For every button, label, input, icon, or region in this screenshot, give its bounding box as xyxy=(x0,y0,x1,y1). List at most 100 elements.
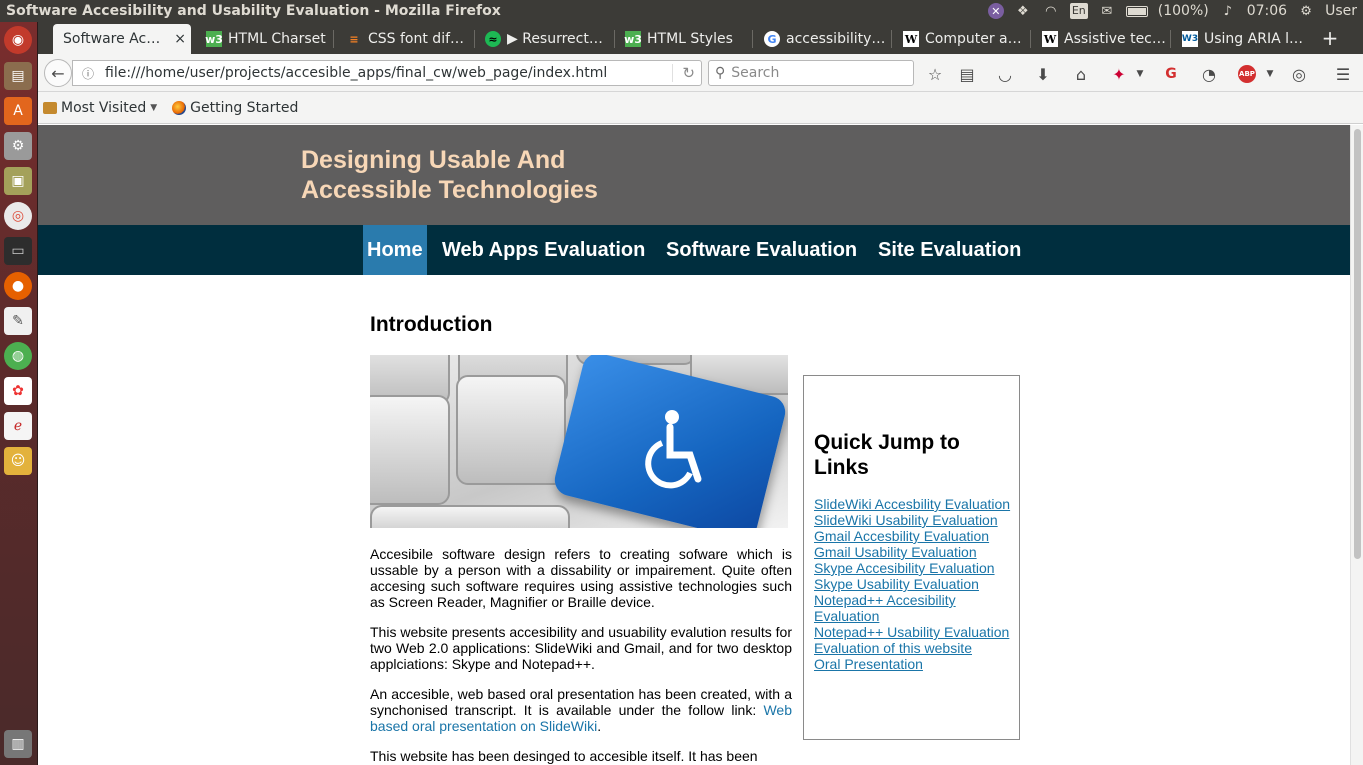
terminal-icon[interactable]: ▭ xyxy=(4,237,32,265)
settings-gear-icon[interactable]: ⚙ xyxy=(1297,3,1315,19)
search-placeholder: Search xyxy=(731,65,780,81)
bookmark-star-icon[interactable]: ☆ xyxy=(924,63,946,85)
tab[interactable]: W3 Using ARIA l… xyxy=(1172,24,1310,54)
broom-icon[interactable]: ✦ xyxy=(1108,63,1130,85)
battery-percentage: (100%) xyxy=(1157,3,1209,19)
tab-label: ▶ Resurrect… xyxy=(507,31,603,47)
quick-link[interactable]: Gmail Accesbility Evaluation xyxy=(814,528,1014,544)
keyboard-layout-indicator[interactable]: En xyxy=(1069,3,1088,19)
mail-icon[interactable]: ✉ xyxy=(1098,3,1116,19)
reading-list-icon[interactable]: ▤ xyxy=(956,63,978,85)
app-green-icon[interactable]: ◍ xyxy=(4,342,32,370)
search-icon: ⚲ xyxy=(715,65,726,81)
files-icon[interactable]: ▤ xyxy=(4,62,32,90)
wifi-icon[interactable]: ◠ xyxy=(1042,3,1060,19)
quick-link[interactable]: SlideWiki Usability Evaluation xyxy=(814,512,1014,528)
intro-paragraph: An accesible, web based oral presentatio… xyxy=(370,686,792,734)
quick-link[interactable]: Evaluation of this website xyxy=(814,640,1014,656)
wikipedia-icon: W xyxy=(903,31,919,47)
gmail-icon[interactable]: G xyxy=(1160,63,1182,85)
extension-icon[interactable]: ◎ xyxy=(1288,63,1310,85)
quick-jump-links: SlideWiki Accesbility Evaluation SlideWi… xyxy=(814,496,1014,672)
stackoverflow-icon: ≡ xyxy=(349,32,359,46)
nav-software-evaluation[interactable]: Software Evaluation xyxy=(662,225,861,275)
quick-link[interactable]: Oral Presentation xyxy=(814,656,1014,672)
firefox-icon[interactable]: ● xyxy=(4,272,32,300)
google-icon: G xyxy=(764,31,780,47)
user-name[interactable]: User xyxy=(1325,3,1357,19)
navigation-toolbar: ← ⓘ file:///home/user/projects/accesible… xyxy=(38,54,1363,92)
bookmark-most-visited[interactable]: Most Visited ▼ xyxy=(43,100,157,116)
pdf-reader-icon[interactable]: ℯ xyxy=(4,412,32,440)
tab[interactable]: W Computer a… xyxy=(893,24,1031,54)
tab[interactable]: W Assistive tec… xyxy=(1032,24,1170,54)
software-center-icon[interactable]: A xyxy=(4,97,32,125)
quick-link[interactable]: Skype Accesibility Evaluation xyxy=(814,560,1014,576)
keyboard-key xyxy=(370,505,570,528)
chevron-down-icon[interactable]: ▼ xyxy=(1129,63,1151,85)
app-yellow-icon[interactable]: ☺ xyxy=(4,447,32,475)
bookmark-getting-started[interactable]: Getting Started xyxy=(172,100,298,116)
session-indicator-icon[interactable]: ✕ xyxy=(987,3,1004,19)
battery-icon[interactable] xyxy=(1125,5,1148,17)
close-icon[interactable]: × xyxy=(174,31,186,47)
quick-link[interactable]: Notepad++ Usability Evaluation xyxy=(814,624,1014,640)
nav-web-apps-evaluation[interactable]: Web Apps Evaluation xyxy=(438,225,649,275)
paragraph-text: An accesible, web based oral presentatio… xyxy=(370,686,792,718)
pocket-icon[interactable]: ◡ xyxy=(994,63,1016,85)
tab[interactable]: G accessibility… xyxy=(754,24,892,54)
chrome-icon[interactable]: ◎ xyxy=(4,202,32,230)
tab-label: HTML Charset xyxy=(228,31,326,47)
search-input[interactable]: ⚲ Search xyxy=(708,60,914,86)
system-settings-icon[interactable]: ⚙ xyxy=(4,132,32,160)
reload-icon[interactable]: ↻ xyxy=(682,64,695,82)
tab[interactable]: ≈ ▶ Resurrect… xyxy=(475,24,615,54)
picasa-icon[interactable]: ✿ xyxy=(4,377,32,405)
chevron-down-icon[interactable]: ▼ xyxy=(1259,63,1281,85)
back-arrow-icon[interactable]: ← xyxy=(44,59,72,87)
wheelchair-icon xyxy=(645,410,702,489)
indicator-area: ✕ ❖ ◠ En ✉ (100%) ♪ 07:06 ⚙ User xyxy=(987,0,1357,22)
tab[interactable]: ≡ CSS font dif… xyxy=(336,24,472,54)
w3c-icon: W3 xyxy=(1182,31,1198,47)
downloads-icon[interactable]: ⬇ xyxy=(1032,63,1054,85)
top-panel: Software Accesibility and Usability Eval… xyxy=(0,0,1363,22)
nav-site-evaluation[interactable]: Site Evaluation xyxy=(874,225,1025,275)
new-tab-button[interactable]: + xyxy=(1319,26,1341,50)
tab-label: Using ARIA l… xyxy=(1204,31,1303,47)
bookmark-label: Getting Started xyxy=(190,99,299,116)
quick-link[interactable]: Gmail Usability Evaluation xyxy=(814,544,1014,560)
page-info-icon[interactable]: ⓘ xyxy=(77,65,99,82)
scrollbar-thumb[interactable] xyxy=(1354,129,1361,559)
home-icon[interactable]: ⌂ xyxy=(1070,63,1092,85)
page-scrollbar[interactable] xyxy=(1350,125,1363,765)
tab-separator xyxy=(752,30,753,48)
tab-active[interactable]: Software Ac… × xyxy=(53,24,191,54)
palette-icon[interactable]: ◔ xyxy=(1198,63,1220,85)
tab-separator xyxy=(1170,30,1171,48)
nav-home[interactable]: Home xyxy=(363,225,427,275)
adblock-icon[interactable]: ABP xyxy=(1236,63,1258,85)
tab[interactable]: w3 HTML Charset xyxy=(196,24,330,54)
tab-strip: Software Ac… × w3 HTML Charset ≡ CSS fon… xyxy=(38,22,1363,54)
quick-link[interactable]: Skype Usability Evaluation xyxy=(814,576,1014,592)
tab-label: Software Ac… xyxy=(63,31,161,47)
quick-link[interactable]: Notepad++ Accesibility Evaluation xyxy=(814,592,1014,624)
text-editor-icon[interactable]: ✎ xyxy=(4,307,32,335)
site-title-line: Designing Usable And xyxy=(301,146,566,174)
archive-manager-icon[interactable]: ▣ xyxy=(4,167,32,195)
tab-label: Computer a… xyxy=(925,31,1022,47)
ubuntu-dash-icon[interactable]: ◉ xyxy=(4,26,32,54)
dropbox-icon[interactable]: ❖ xyxy=(1014,3,1032,19)
tab-separator xyxy=(1030,30,1031,48)
tab-label: Assistive tec… xyxy=(1064,31,1166,47)
urlbar-divider xyxy=(672,64,673,82)
quick-link[interactable]: SlideWiki Accesbility Evaluation xyxy=(814,496,1014,512)
clock[interactable]: 07:06 xyxy=(1247,3,1287,19)
volume-icon[interactable]: ♪ xyxy=(1219,3,1237,19)
hamburger-menu-icon[interactable]: ☰ xyxy=(1332,63,1354,85)
url-bar[interactable]: ⓘ file:///home/user/projects/accesible_a… xyxy=(72,60,702,86)
url-text[interactable]: file:///home/user/projects/accesible_app… xyxy=(105,65,607,81)
tab[interactable]: w3 HTML Styles xyxy=(615,24,751,54)
trash-icon[interactable]: ▥ xyxy=(4,730,32,758)
